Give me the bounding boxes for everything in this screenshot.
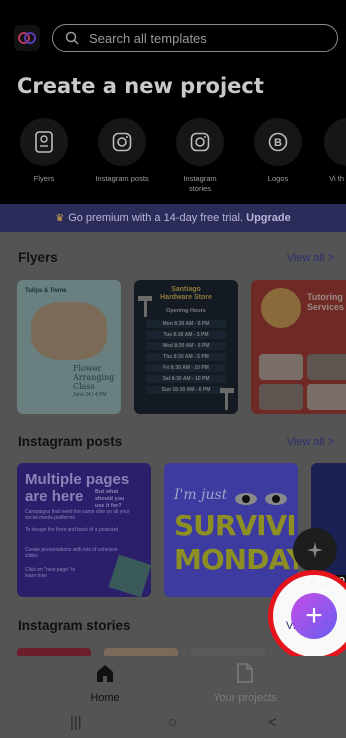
page-title: Create a new project [17,74,264,98]
photo-box [259,384,303,410]
template-card-multiple-pages[interactable]: Multiple pages are here But what should … [17,463,151,597]
post-script-text: I'm just [174,487,228,503]
info-box [259,354,303,380]
hours-row: Fri 8:30 AM - 10 PM [146,364,226,372]
flyer-brand: Tulips & Twine [25,288,67,294]
sparkle-icon [307,542,323,558]
bottom-navigation: Home Your projects [0,656,346,706]
category-label: Instagram posts [95,174,149,183]
section-title-flyers: Flyers [18,250,58,265]
post-line: Campaigns that need the same vibe on all… [25,509,130,521]
template-card-hardware-store[interactable]: Santiago Hardware Store Opening Hours Mo… [134,280,238,414]
search-placeholder: Search all templates [89,30,207,46]
ai-generate-button[interactable] [293,528,337,572]
search-input[interactable]: Search all templates [52,24,338,52]
category-instagram-posts[interactable]: Instagram posts [82,118,162,184]
crown-icon: ♛ [55,212,65,224]
flyer-date: June 24 | 4 PM [73,392,107,398]
eyes-icon [235,493,287,505]
upgrade-link[interactable]: Upgrade [246,212,291,224]
template-card-flower-class[interactable]: Tulips & Twine Flower Arranging Class Ju… [17,280,121,414]
category-instagram-stories[interactable]: Instagram stories [160,118,240,194]
hours-row: Sat 8:30 AM - 10 PM [146,375,226,383]
view-all-flyers-link[interactable]: View all > [287,252,334,264]
instagram-icon [112,132,132,152]
info-box [307,384,346,410]
hours-row: Tue 8:30 AM - 5 PM [146,331,226,339]
recents-button[interactable]: ||| [70,714,82,731]
hours-row: Mon 8:30 AM - 6 PM [146,320,226,328]
post-footer: Click on "next page" to learn how [25,567,76,579]
nav-projects-label: Your projects [213,692,277,704]
tutor-photo [261,288,301,328]
post-title: Multiple pages are here [25,471,130,505]
app-logo-icon [14,25,40,51]
section-title-instagram-posts: Instagram posts [18,434,123,449]
category-row: Flyers Instagram posts Instagram stories… [0,118,346,204]
category-label: Instagram stories [183,174,217,193]
category-label: Flyers [33,174,55,183]
hammer-icon [138,296,152,317]
post-subtitle: But what should you use it for? [95,489,125,509]
nav-your-projects[interactable]: Your projects [190,662,300,704]
post-headline: MONDAY [174,543,298,576]
section-title-instagram-stories: Instagram stories [18,618,131,633]
flyer-title: Flower Arranging Class [73,364,115,391]
instagram-icon [190,132,210,152]
flyer-title: Tutoring Services [307,292,345,312]
logo-b-icon: B [268,132,288,152]
flyer-icon [35,131,53,153]
svg-text:B: B [274,137,282,149]
template-card-tutoring[interactable]: Tutoring Services [251,280,346,414]
post-line: Create presentations with lots of cohesi… [25,547,118,559]
projects-icon [237,663,253,683]
hours-row: Wed 8:30 AM - 5 PM [146,342,226,350]
hammer-icon [220,388,234,410]
hours-row: Sun 10:30 AM - 6 PM [146,386,226,394]
nav-home-label: Home [90,692,120,704]
category-label: Vi th [329,174,344,183]
post-line: To design the front and back of a postca… [25,527,119,533]
photo-box [307,354,346,380]
create-new-button[interactable]: + [291,593,337,639]
plus-icon: + [305,599,323,632]
hours-row: Thu 8:30 AM - 5 PM [146,353,226,361]
premium-text: Go premium with a 14-day free trial. [68,212,244,224]
search-icon [65,31,79,45]
photo-card [108,554,151,597]
back-button[interactable]: < [268,714,277,731]
system-navigation-bar: ||| ○ < [0,706,346,738]
category-flyers[interactable]: Flyers [4,118,84,184]
flower-illustration [31,302,107,360]
view-all-instagram-posts-link[interactable]: View all > [287,436,334,448]
category-label: Logos [267,174,289,183]
system-home-button[interactable]: ○ [168,714,177,731]
category-video[interactable]: Vi th [316,118,346,184]
category-logos[interactable]: B Logos [238,118,318,184]
premium-banner[interactable]: ♛ Go premium with a 14-day free trial. U… [0,204,346,232]
post-headline: SURVIVING [174,509,298,542]
nav-home[interactable]: Home [50,662,160,704]
top-header: Search all templates Create a new projec… [0,0,346,204]
home-icon [97,665,113,682]
template-card-surviving-monday[interactable]: I'm just SURVIVING MONDAY [164,463,298,597]
